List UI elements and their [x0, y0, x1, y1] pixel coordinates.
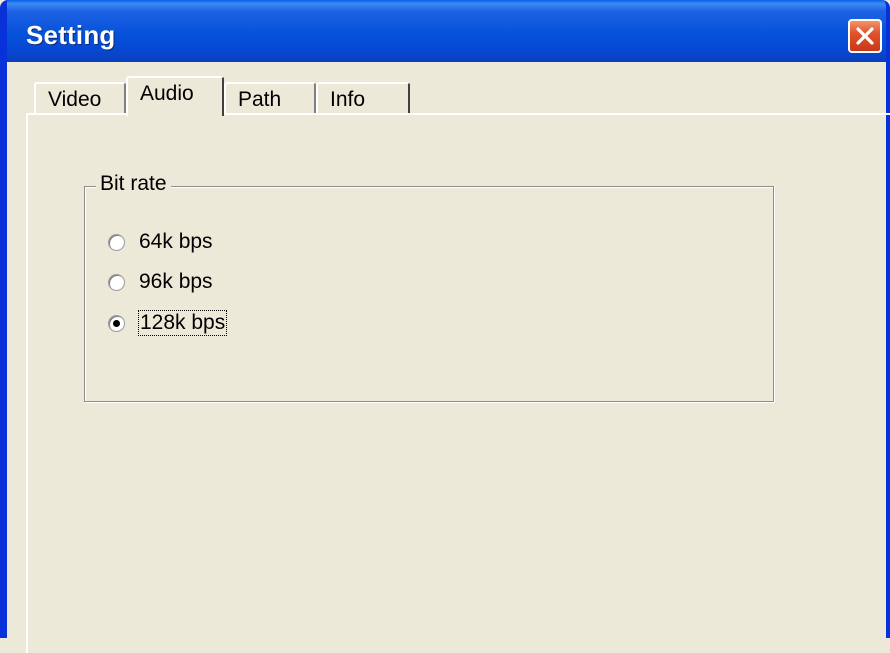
title-bar[interactable]: Setting — [7, 0, 886, 62]
tab-info[interactable]: Info — [316, 82, 410, 114]
tab-panel-audio — [26, 113, 890, 653]
tab-audio[interactable]: Audio — [126, 76, 224, 116]
tab-info-label: Info — [330, 88, 366, 111]
tab-video-label: Video — [48, 88, 102, 111]
tab-path[interactable]: Path — [224, 82, 316, 114]
tab-audio-label: Audio — [140, 82, 194, 105]
tab-path-label: Path — [238, 88, 282, 111]
close-button[interactable] — [848, 19, 882, 53]
window-title: Setting — [26, 20, 116, 50]
close-icon — [856, 27, 874, 45]
tab-video[interactable]: Video — [34, 82, 126, 114]
